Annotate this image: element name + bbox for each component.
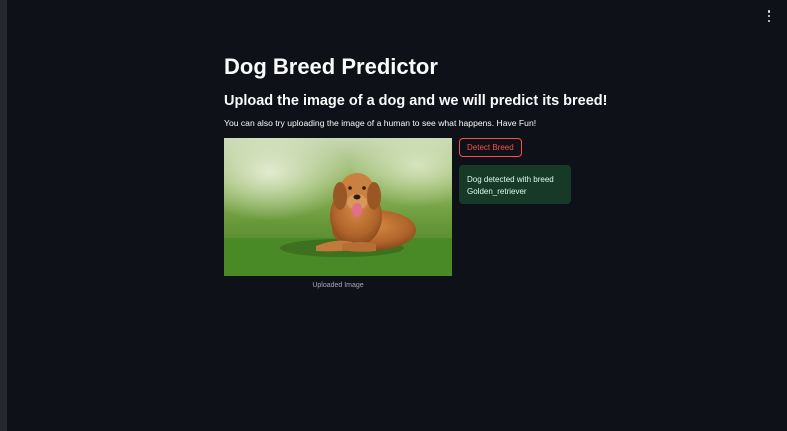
result-breed: Golden_retriever — [467, 186, 527, 196]
image-column: Uploaded Image — [224, 138, 452, 289]
page-title: Dog Breed Predictor — [224, 54, 438, 79]
main-menu-button[interactable] — [763, 10, 775, 22]
uploaded-dog-image — [224, 138, 452, 276]
ellipsis-dot — [767, 14, 771, 18]
ellipsis-dot — [767, 19, 771, 22]
image-caption: Uploaded Image — [312, 282, 364, 289]
vertical-ellipsis-icon — [767, 10, 771, 13]
page-description: You can also try uploading the image of … — [224, 118, 537, 128]
page-subtitle: Upload the image of a dog and we will pr… — [224, 93, 608, 109]
app-root: Dog Breed Predictor Upload the image of … — [0, 0, 787, 431]
result-text-line-1: Dog detected with breed — [467, 175, 554, 184]
success-alert: Dog detected with breed Golden_retriever — [459, 165, 571, 204]
detect-breed-button[interactable]: Detect Breed — [459, 138, 522, 157]
collapsed-sidebar[interactable] — [0, 0, 7, 431]
